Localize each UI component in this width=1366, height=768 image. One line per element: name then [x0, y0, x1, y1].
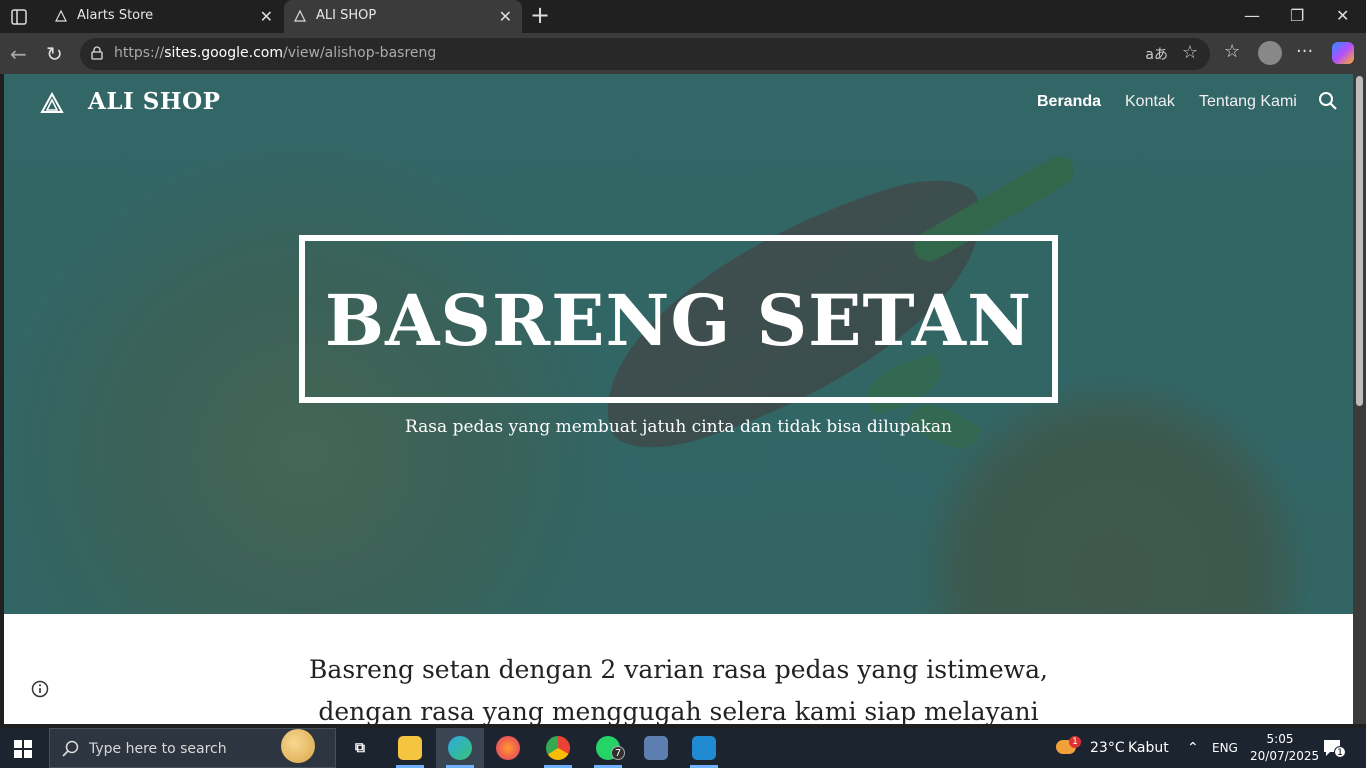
nav-kontak[interactable]: Kontak — [1125, 93, 1175, 111]
browser-tab-bar: Alarts Store ✕ ALI SHOP ✕ + — ❐ ✕ — [0, 0, 1366, 33]
search-icon — [62, 740, 79, 757]
clock-time: 5:05 — [1266, 732, 1294, 746]
tab-ali-shop[interactable]: ALI SHOP ✕ — [284, 0, 522, 33]
intro-line: Basreng setan dengan 2 varian rasa pedas… — [309, 655, 1048, 684]
windows-taskbar: Type here to search ⧉ 7 1 23°C Kabut ⌃ E… — [0, 728, 1366, 768]
restore-icon[interactable]: ❐ — [1290, 6, 1304, 25]
language-indicator[interactable]: ENG — [1212, 741, 1238, 755]
site-favicon-icon — [294, 10, 306, 22]
hero-title-frame: BASRENG SETAN — [299, 235, 1058, 403]
tab-actions-icon[interactable] — [8, 6, 30, 28]
scrollbar-thumb[interactable] — [1356, 76, 1363, 406]
close-window-icon[interactable]: ✕ — [1336, 6, 1349, 25]
whatsapp-badge: 7 — [611, 746, 625, 760]
vscode-button[interactable] — [680, 728, 728, 768]
site-info-icon[interactable] — [90, 46, 104, 60]
new-tab-icon[interactable]: + — [530, 3, 550, 27]
address-bar-row: ← ↻ https://sites.google.com/view/alisho… — [0, 33, 1366, 74]
hero-title: BASRENG SETAN — [324, 279, 1033, 362]
intro-line: dengan rasa yang menggugah selera kami s… — [318, 697, 1039, 724]
page-scrollbar[interactable] — [1353, 74, 1366, 724]
vscode-icon — [692, 736, 716, 760]
refresh-icon[interactable]: ↻ — [46, 42, 63, 66]
address-bar[interactable]: https://sites.google.com/view/alishop-ba… — [80, 38, 1210, 70]
folder-icon — [398, 736, 422, 760]
favorite-star-icon[interactable]: ☆ — [1182, 42, 1198, 63]
clock-date: 20/07/2025 — [1250, 749, 1320, 763]
whatsapp-button[interactable]: 7 — [584, 728, 632, 768]
search-icon[interactable] — [1318, 91, 1338, 111]
notification-count: 1 — [1334, 746, 1346, 758]
hero-banner: ALI SHOP Beranda Kontak Tentang Kami BAS… — [4, 74, 1353, 614]
info-icon[interactable] — [31, 680, 49, 698]
web-page: ALI SHOP Beranda Kontak Tentang Kami BAS… — [4, 74, 1353, 724]
minimize-icon[interactable]: — — [1244, 6, 1260, 25]
favorites-icon[interactable]: ☆ — [1224, 41, 1240, 62]
url-text: https://sites.google.com/view/alishop-ba… — [114, 45, 437, 61]
more-menu-icon[interactable]: ··· — [1296, 41, 1313, 62]
tab-title: ALI SHOP — [316, 8, 377, 23]
profile-avatar[interactable] — [1258, 41, 1282, 65]
taskbar-search-placeholder: Type here to search — [89, 741, 227, 757]
nav-tentang-kami[interactable]: Tentang Kami — [1199, 93, 1297, 111]
control-panel-icon — [644, 736, 668, 760]
firefox-icon — [496, 736, 520, 760]
close-tab-icon[interactable]: ✕ — [260, 7, 273, 26]
hero-subtitle: Rasa pedas yang membuat jatuh cinta dan … — [404, 417, 953, 437]
file-explorer-button[interactable] — [386, 728, 434, 768]
tab-alarts-store[interactable]: Alarts Store ✕ — [45, 0, 283, 33]
search-highlight-image[interactable] — [281, 729, 315, 763]
edge-button[interactable] — [436, 728, 484, 768]
weather-icon[interactable]: 1 — [1056, 736, 1081, 758]
read-aloud-icon[interactable]: aあ — [1145, 44, 1168, 64]
intro-text: Basreng setan dengan 2 varian rasa pedas… — [4, 649, 1353, 724]
close-tab-icon[interactable]: ✕ — [499, 7, 512, 26]
tab-title: Alarts Store — [77, 8, 154, 23]
notification-icon[interactable]: 1 — [1322, 738, 1346, 758]
edge-icon — [448, 736, 472, 760]
weather-text[interactable]: Kabut — [1128, 740, 1169, 756]
back-icon[interactable]: ← — [10, 42, 27, 66]
system-clock[interactable]: 5:05 20/07/2025 — [1250, 731, 1320, 765]
chrome-button[interactable] — [534, 728, 582, 768]
site-brand[interactable]: ALI SHOP — [88, 88, 220, 115]
windows-start-icon[interactable] — [14, 740, 32, 758]
weather-badge: 1 — [1069, 736, 1081, 748]
task-view-icon: ⧉ — [355, 740, 365, 756]
firefox-button[interactable] — [484, 728, 532, 768]
control-panel-button[interactable] — [632, 728, 680, 768]
chrome-icon — [546, 736, 570, 760]
copilot-icon[interactable] — [1332, 42, 1354, 64]
taskbar-search-box[interactable]: Type here to search — [49, 728, 336, 768]
nav-beranda[interactable]: Beranda — [1037, 93, 1101, 111]
site-favicon-icon — [55, 10, 67, 22]
temperature-text[interactable]: 23°C — [1090, 740, 1125, 756]
tray-chevron-up-icon[interactable]: ⌃ — [1187, 740, 1199, 756]
task-view-button[interactable]: ⧉ — [336, 728, 384, 768]
logo-icon[interactable] — [40, 92, 64, 114]
